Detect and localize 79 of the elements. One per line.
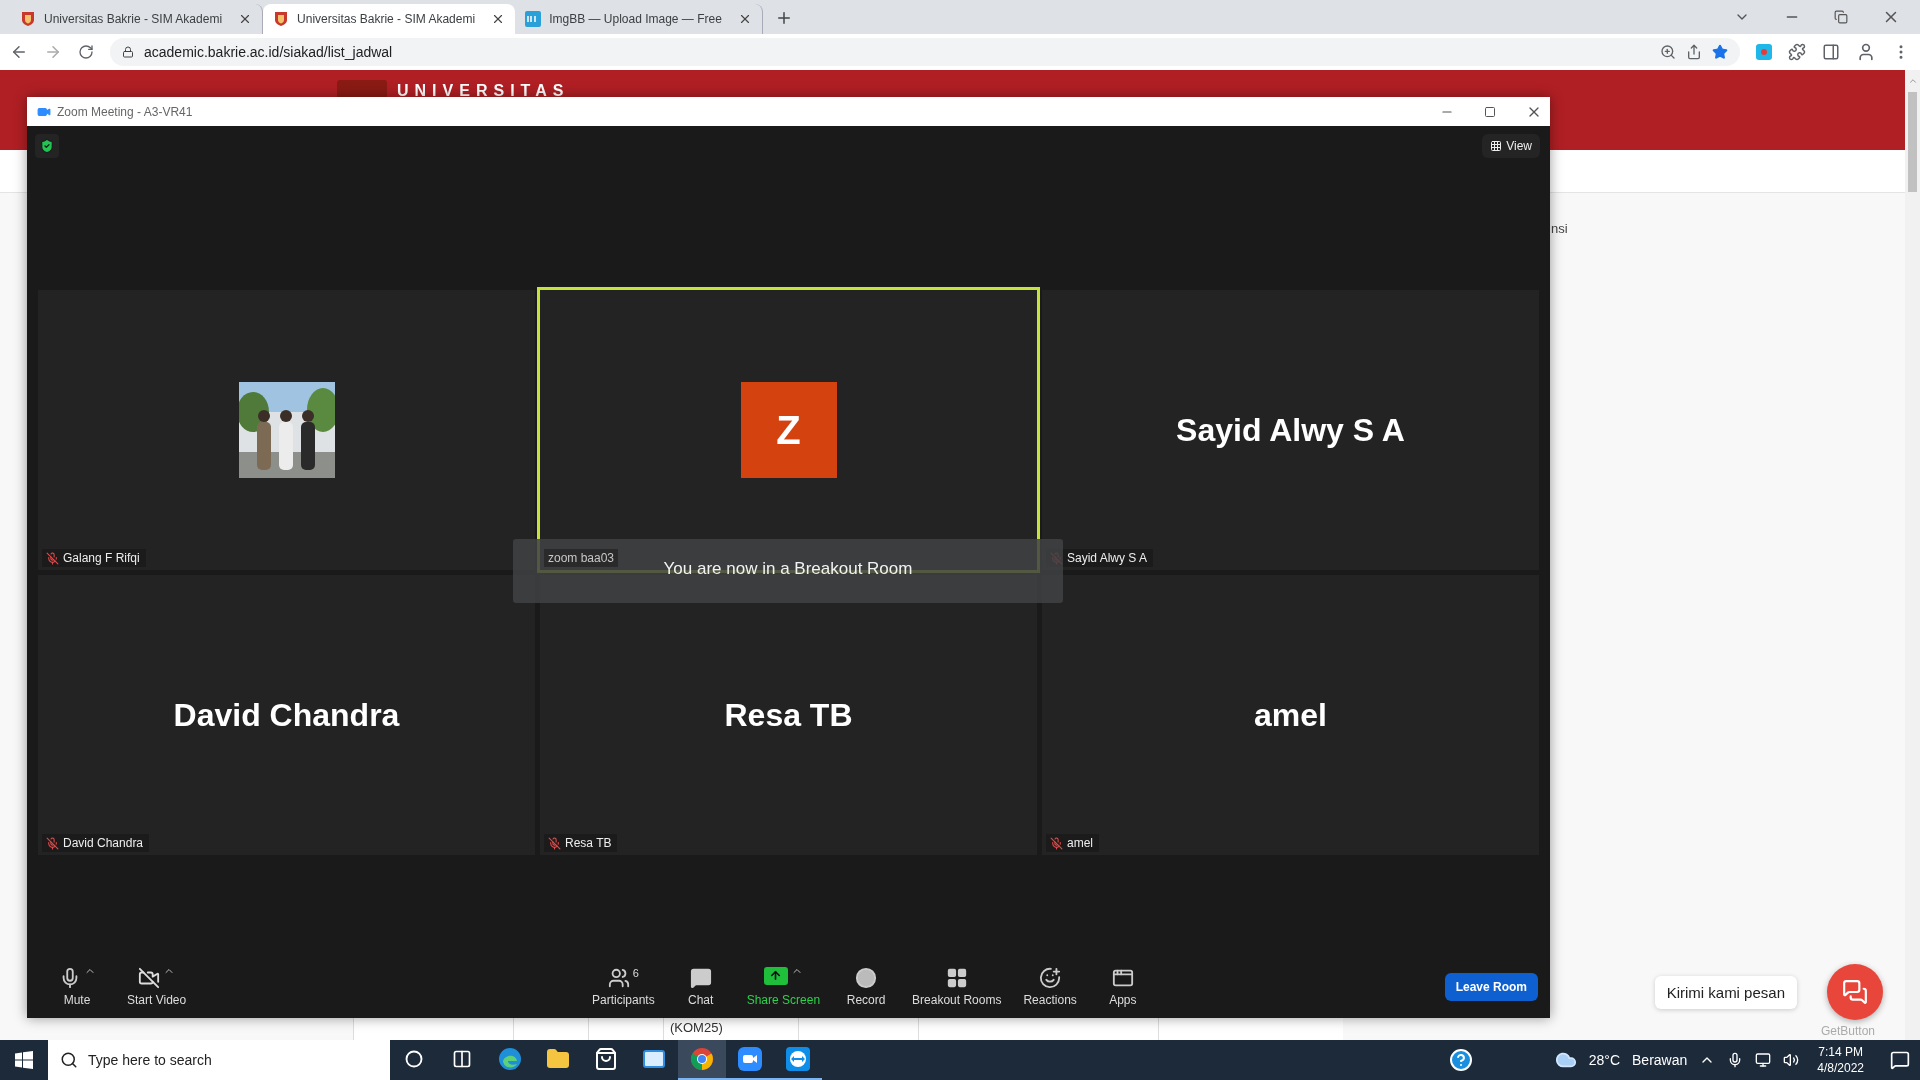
toolbar-button[interactable]: Start Video [119,966,195,1007]
maximize-icon[interactable] [1484,105,1496,118]
profile-icon[interactable] [1856,42,1876,62]
grid-icon [1490,140,1503,152]
scrollbar-thumb[interactable] [1908,92,1917,192]
circle-icon [405,1050,423,1068]
window-title: Zoom Meeting - A3-VR41 [57,104,194,119]
name-tag: zoom baa03 [544,549,619,567]
temperature-text[interactable]: 28°C [1588,1052,1620,1068]
widget-brand: GetButton [1820,1024,1875,1038]
envelope-icon [642,1047,666,1071]
toolbar-button[interactable]: Reactions [1015,966,1085,1007]
toolbar-button[interactable]: Breakout Rooms [904,966,1010,1007]
lock-icon [122,46,134,58]
view-button[interactable]: View [1482,134,1540,158]
name-tag: Resa TB [544,834,618,852]
shield-logo-icon [273,11,290,27]
volume-icon[interactable] [1783,1052,1800,1068]
muted-microphone-icon [1050,836,1063,850]
bars-logo-icon [525,11,542,27]
toolbar-button[interactable]: Apps [1090,966,1155,1007]
video-camera-app-icon [738,1047,762,1071]
scrollbar[interactable] [1905,70,1920,1040]
side-panel-icon[interactable] [1822,43,1840,61]
help-icon[interactable] [1448,1048,1473,1072]
weather-text[interactable]: Berawan [1632,1052,1688,1068]
share-screen-button[interactable]: Share Screen [738,966,829,1007]
task-view-icon [452,1049,472,1069]
chat-bubbles-icon [1842,979,1868,1005]
participant-name: Resa TB [724,696,853,734]
clock[interactable]: 7:14 PM 4/8/2022 [1817,1044,1864,1076]
windows-logo-icon [15,1051,33,1069]
participant-name: David Chandra [173,696,400,734]
avatar: Z [740,382,837,478]
round-browser-icon [690,1047,714,1071]
name-tag: David Chandra [42,834,150,852]
muted-microphone-icon [46,836,59,850]
wave-browser-icon [498,1047,522,1071]
toolbar-button[interactable]: 6 Participants [583,966,663,1007]
name-tag: amel [1046,834,1099,852]
record-icon [855,966,878,989]
zoom-in-icon[interactable] [1660,44,1676,60]
shopping-bag-icon [594,1047,618,1071]
toolbar-button[interactable]: Mute [45,966,109,1007]
chat-prompt-bubble[interactable]: Kirimi kami pesan [1654,975,1797,1009]
security-badge[interactable] [35,134,59,158]
grid-icon [945,966,968,989]
muted-microphone-icon [46,551,59,565]
search-icon [60,1051,78,1069]
back-icon[interactable] [10,43,28,61]
shield-check-icon [39,138,55,154]
star-icon[interactable] [1712,44,1728,60]
address-bar[interactable]: academic.bakrie.ac.id/siakad/list_jadwal [110,38,1740,66]
toolbar-button[interactable]: Chat [668,966,733,1007]
folder-icon [546,1047,570,1071]
logo-text: UNIVERSITAS [397,82,570,100]
participant-name: Sayid Alwy S A [1176,411,1405,449]
reload-icon[interactable] [78,44,94,60]
puzzle-icon[interactable] [1788,43,1806,61]
participant-name: amel [1254,696,1327,734]
page-text: nsi [1551,221,1569,236]
extension-icon[interactable] [1756,44,1772,60]
name-tag: Galang F Rifqi [42,549,146,567]
people-icon [607,966,630,989]
table-cell: (KOM25) [670,1020,723,1035]
browser-tab[interactable]: Universitas Bakrie - SIM Akademi [263,4,516,34]
notification-icon[interactable] [1890,1050,1910,1070]
network-icon[interactable] [1755,1052,1772,1068]
restore-icon[interactable] [1834,10,1848,24]
share-icon[interactable] [1686,44,1702,60]
search-field[interactable]: Type here to search [48,1040,390,1080]
double-arrow-app-icon [786,1047,810,1071]
toolbar-button[interactable]: Record [834,966,899,1007]
chat-button[interactable] [1827,964,1883,1020]
smiley-plus-icon [1039,966,1062,989]
shield-logo-icon [20,11,36,27]
chat-icon [689,966,712,989]
video-off-icon [138,966,161,989]
leave-room-button[interactable]: Leave Room [1444,972,1538,1001]
